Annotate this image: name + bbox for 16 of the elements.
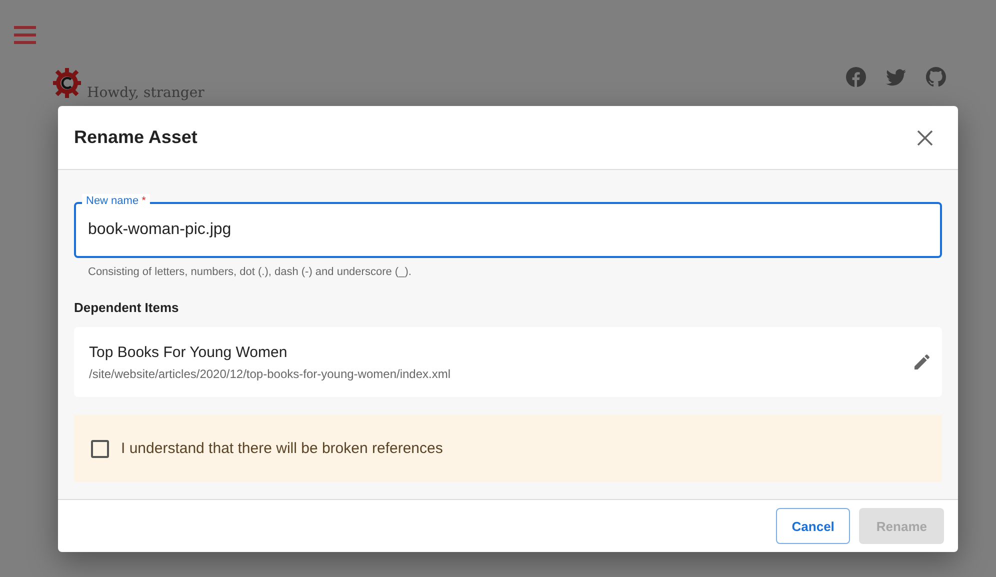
menu-icon[interactable]	[14, 26, 36, 44]
close-button[interactable]	[916, 128, 934, 146]
item-title: Top Books For Young Women	[89, 344, 288, 360]
greeting-text: Howdy, stranger	[87, 85, 204, 101]
dialog-title: Rename Asset	[74, 127, 198, 148]
gear-logo-icon	[53, 66, 81, 100]
edit-button[interactable]	[912, 352, 932, 372]
bird-icon[interactable]	[886, 67, 906, 87]
checkbox-label[interactable]: I understand that there will be broken references	[121, 440, 443, 457]
facebook-icon[interactable]	[846, 67, 866, 87]
helper-text: Consisting of letters, numbers, dot (.), dash (-) and underscore (_).	[88, 266, 412, 278]
github-icon[interactable]	[926, 67, 946, 87]
section-title: Dependent Items	[74, 300, 180, 315]
item-path: /site/website/articles/2020/12/top-books-for-young-women/index.xml	[89, 366, 451, 380]
cancel-button[interactable]: Cancel	[776, 508, 850, 544]
checkbox[interactable]	[91, 440, 109, 458]
